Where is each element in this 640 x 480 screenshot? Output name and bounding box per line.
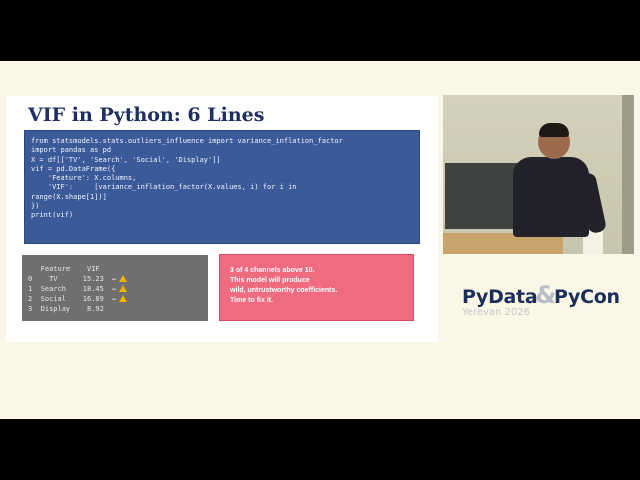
video-frame: VIF in Python: 6 Lines from statsmodels.… bbox=[0, 61, 640, 419]
warning-icon bbox=[118, 285, 127, 292]
output-row-text: 1 Search 18.45 ← bbox=[28, 285, 117, 293]
callout-line: wild, untrustworthy coefficients. bbox=[230, 287, 338, 294]
code-line: 'VIF': [variance_inflation_factor(X.valu… bbox=[31, 183, 297, 192]
output-header: Feature VIF bbox=[28, 265, 100, 273]
speaker-body bbox=[513, 157, 589, 237]
code-block: from statsmodels.stats.outliers_influenc… bbox=[24, 130, 420, 244]
wall-edge bbox=[622, 95, 634, 254]
code-line: 'Feature': X.columns, bbox=[31, 174, 137, 183]
presentation-slide: VIF in Python: 6 Lines from statsmodels.… bbox=[6, 96, 438, 342]
warning-callout: 3 of 4 channels above 10. This model wil… bbox=[219, 254, 414, 321]
vif-output-panel: Feature VIF 0 TV 15.23 ← 1 Search 18.45 … bbox=[22, 255, 208, 321]
speaker-camera-feed bbox=[443, 95, 634, 254]
logo-pydata: PyData bbox=[462, 286, 538, 308]
logo-wordmark: PyData&PyCon bbox=[462, 281, 622, 309]
code-line: }) bbox=[31, 202, 40, 211]
callout-line: Time to fix it. bbox=[230, 297, 274, 304]
code-line: X = df[['TV', 'Search', 'Social', 'Displ… bbox=[31, 155, 221, 164]
code-line: vif = pd.DataFrame({ bbox=[31, 164, 116, 173]
output-row-text: 2 Social 16.89 ← bbox=[28, 295, 117, 303]
warning-icon bbox=[118, 295, 127, 302]
output-row: 2 Social 16.89 ← bbox=[28, 294, 202, 304]
output-row: 3 Display 8.92 bbox=[28, 304, 202, 314]
speaker-hair bbox=[539, 123, 569, 137]
code-line: import pandas as pd bbox=[31, 146, 112, 155]
slide-title: VIF in Python: 6 Lines bbox=[28, 104, 265, 126]
output-row-text: 0 TV 15.23 ← bbox=[28, 275, 117, 283]
conference-logo: PyData&PyCon Yerevan 2026 bbox=[462, 281, 622, 318]
output-row: 1 Search 18.45 ← bbox=[28, 284, 202, 294]
logo-pycon: PyCon bbox=[554, 286, 620, 308]
code-line: print(vif) bbox=[31, 211, 74, 220]
chalkboard bbox=[445, 163, 521, 229]
callout-line: 3 of 4 channels above 10. bbox=[230, 267, 315, 274]
logo-ampersand: & bbox=[535, 281, 557, 309]
code-line: from statsmodels.stats.outliers_influenc… bbox=[31, 137, 343, 145]
code-line: range(X.shape[1])] bbox=[31, 192, 107, 201]
warning-icon bbox=[118, 275, 127, 282]
output-row: 0 TV 15.23 ← bbox=[28, 274, 202, 284]
output-row-text: 3 Display 8.92 bbox=[28, 305, 104, 313]
callout-line: This model will produce bbox=[230, 277, 310, 284]
